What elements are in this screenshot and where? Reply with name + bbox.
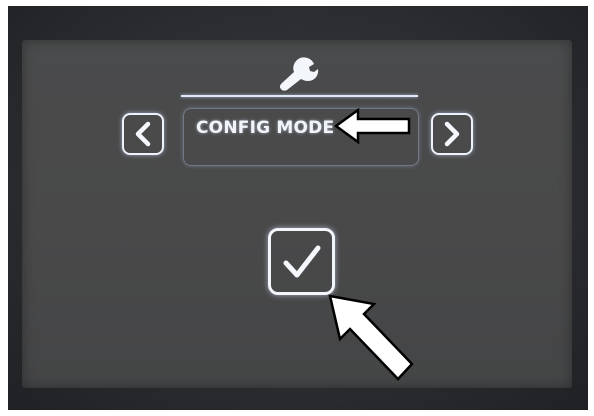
annotation-arrow-confirm — [328, 294, 414, 381]
checkmark-icon — [283, 245, 320, 277]
chevron-left-icon — [135, 121, 151, 147]
header-divider — [181, 95, 418, 97]
next-mode-button[interactable] — [431, 113, 473, 155]
wrench-icon — [279, 57, 319, 91]
prev-mode-button[interactable] — [122, 113, 164, 155]
mode-label: CONFIG MODE — [196, 118, 335, 138]
chevron-right-icon — [444, 121, 460, 147]
lcd-screen — [22, 40, 572, 388]
confirm-button[interactable] — [268, 228, 335, 295]
annotation-arrow-mode — [334, 108, 411, 144]
